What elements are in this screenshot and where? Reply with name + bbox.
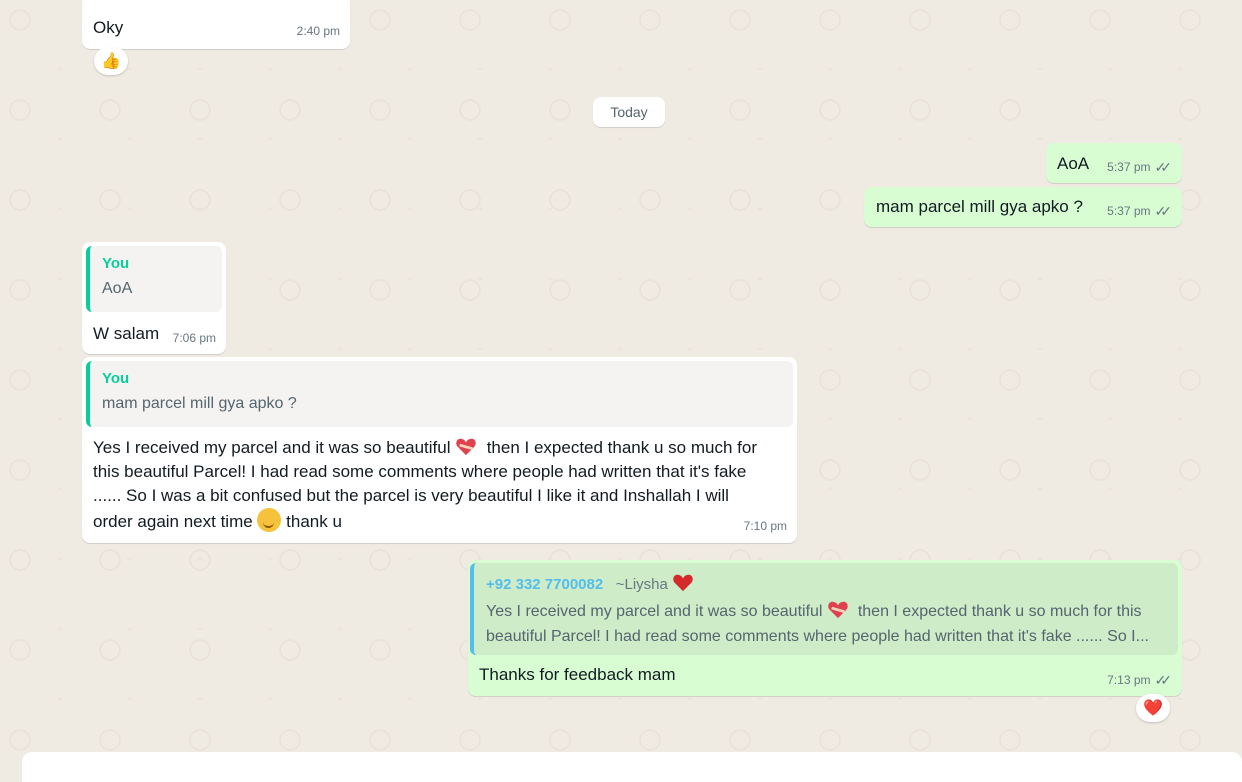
message-bubble-incoming[interactable]: You AoA W salam 7:06 pm [82, 242, 226, 354]
message-text: Yes I received my parcel and it was so b… [93, 438, 757, 532]
message-bubble-outgoing[interactable]: AoA 5:37 pm ✓✓ [1046, 143, 1182, 183]
message-text: AoA [1057, 154, 1090, 173]
quoted-message[interactable]: +92 332 7700082 ~Liysha Yes I received m… [470, 563, 1178, 655]
message-composer[interactable] [22, 752, 1242, 782]
thumbs-up-emoji: 👍 [101, 53, 121, 70]
message-text: Thanks for feedback mam [479, 665, 676, 684]
message-text: mam parcel mill gya apko ? [876, 197, 1083, 216]
double-check-icon: ✓✓ [1154, 203, 1173, 219]
message-bubble-incoming[interactable]: You mam parcel mill gya apko ? Yes I rec… [82, 357, 797, 543]
red-heart-emoji [673, 574, 693, 592]
message-bubble-outgoing[interactable]: mam parcel mill gya apko ? 5:37 pm ✓✓ [864, 187, 1182, 227]
message-bubble-incoming[interactable]: Oky 2:40 pm [82, 0, 350, 49]
mending-heart-emoji [828, 601, 848, 619]
message-time: 7:10 pm [743, 519, 787, 533]
quoted-message[interactable]: You mam parcel mill gya apko ? [86, 361, 793, 427]
red-heart-emoji: ❤️ [1143, 700, 1163, 717]
reaction-heart[interactable]: ❤️ [1136, 694, 1170, 722]
smiling-face-emoji [257, 508, 282, 532]
double-check-icon: ✓✓ [1154, 672, 1173, 688]
quoted-message[interactable]: You AoA [86, 246, 222, 312]
message-bubble-outgoing[interactable]: +92 332 7700082 ~Liysha Yes I received m… [468, 560, 1182, 696]
quote-author: You [102, 255, 130, 272]
quote-name: ~Liysha [615, 576, 668, 593]
date-separator: Today [593, 97, 665, 127]
message-status: 5:37 pm ✓✓ [1107, 155, 1172, 179]
message-text: W salam [93, 324, 160, 343]
message-text: Oky [93, 18, 124, 37]
message-time: 7:06 pm [172, 331, 216, 345]
double-check-icon: ✓✓ [1154, 159, 1173, 175]
mending-heart-emoji [456, 438, 476, 456]
quote-phone: +92 332 7700082 [486, 576, 604, 593]
message-status: 5:37 pm ✓✓ [1107, 199, 1172, 223]
quote-author: You [102, 370, 130, 387]
quote-text: AoA [102, 280, 133, 297]
quote-text: Yes I received my parcel and it was so b… [486, 599, 1166, 649]
message-status: 7:13 pm ✓✓ [1107, 668, 1172, 692]
reaction-thumbs-up[interactable]: 👍 [94, 47, 128, 75]
quote-text: mam parcel mill gya apko ? [102, 395, 297, 412]
message-time: 2:40 pm [296, 24, 340, 38]
